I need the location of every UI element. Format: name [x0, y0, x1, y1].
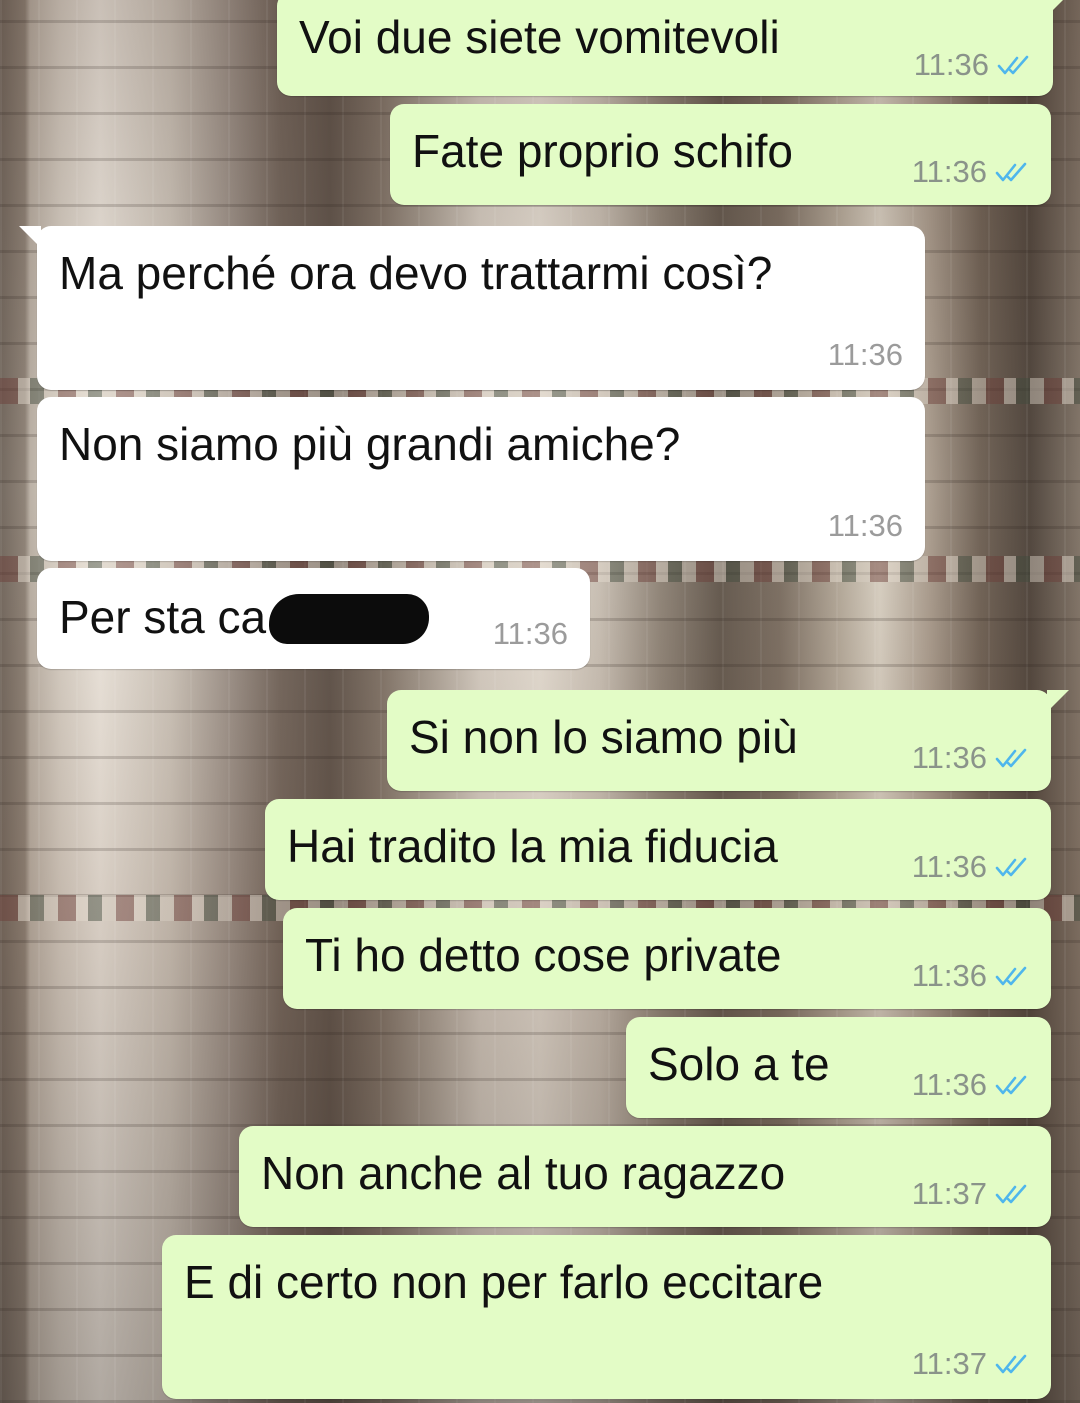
double-check-read-icon: [997, 55, 1029, 75]
message-text: Per sta ca: [59, 591, 267, 643]
message-text: Fate proprio schifo: [412, 125, 793, 177]
message-outgoing[interactable]: Ti ho detto cose private 11:36: [283, 908, 1051, 1009]
message-time: 11:37: [911, 1346, 987, 1381]
message-meta: 11:36: [912, 959, 1029, 993]
message-outgoing[interactable]: Hai tradito la mia fiducia 11:36: [265, 799, 1051, 900]
message-text: E di certo non per farlo eccitare: [184, 1256, 824, 1308]
double-check-read-icon: [995, 748, 1027, 768]
message-meta: 11:36: [493, 617, 568, 651]
double-check-read-icon: [995, 857, 1027, 877]
message-time: 11:36: [827, 337, 903, 372]
message-time: 11:36: [492, 616, 568, 651]
message-time: 11:36: [911, 849, 987, 884]
message-meta: 11:36: [912, 850, 1029, 884]
message-text: Ti ho detto cose private: [305, 929, 782, 981]
message-text: Ma perché ora devo trattarmi così?: [59, 247, 773, 299]
message-time: 11:36: [827, 508, 903, 543]
message-time: 11:37: [911, 1176, 987, 1211]
double-check-read-icon: [995, 162, 1027, 182]
message-text: Hai tradito la mia fiducia: [287, 820, 778, 872]
message-text: Non anche al tuo ragazzo: [261, 1147, 786, 1199]
message-meta: 11:36: [912, 1068, 1029, 1102]
double-check-read-icon: [995, 966, 1027, 986]
message-outgoing[interactable]: E di certo non per farlo eccitare 11:37: [162, 1235, 1051, 1399]
message-text: Si non lo siamo più: [409, 711, 798, 763]
double-check-read-icon: [995, 1184, 1027, 1204]
message-time: 11:36: [911, 154, 987, 189]
message-text: Non siamo più grandi amiche?: [59, 418, 681, 470]
message-text: Voi due siete vomitevoli: [299, 11, 780, 63]
message-time: 11:36: [911, 1067, 987, 1102]
message-meta: 11:37: [912, 1347, 1029, 1381]
message-time: 11:36: [913, 47, 989, 82]
double-check-read-icon: [995, 1075, 1027, 1095]
message-meta: 11:37: [912, 1177, 1029, 1211]
message-text: Solo a te: [648, 1038, 830, 1090]
message-meta: 11:36: [828, 338, 903, 372]
message-incoming[interactable]: Per sta ca 11:36: [37, 568, 590, 669]
message-meta: 11:36: [914, 48, 1031, 82]
message-incoming[interactable]: Ma perché ora devo trattarmi così? 11:36: [19, 226, 925, 390]
message-outgoing[interactable]: Voi due siete vomitevoli 11:36: [277, 0, 1071, 96]
message-time: 11:36: [911, 958, 987, 993]
message-outgoing[interactable]: Si non lo siamo più 11:36: [387, 690, 1069, 791]
message-meta: 11:36: [912, 741, 1029, 775]
message-outgoing[interactable]: Fate proprio schifo 11:36: [390, 104, 1051, 205]
message-meta: 11:36: [912, 155, 1029, 189]
message-incoming[interactable]: Non siamo più grandi amiche? 11:36: [37, 397, 925, 561]
redaction-scribble: [269, 594, 429, 644]
double-check-read-icon: [995, 1354, 1027, 1374]
message-outgoing[interactable]: Solo a te 11:36: [626, 1017, 1051, 1118]
message-outgoing[interactable]: Non anche al tuo ragazzo 11:37: [239, 1126, 1051, 1227]
message-time: 11:36: [911, 740, 987, 775]
message-meta: 11:36: [828, 509, 903, 543]
